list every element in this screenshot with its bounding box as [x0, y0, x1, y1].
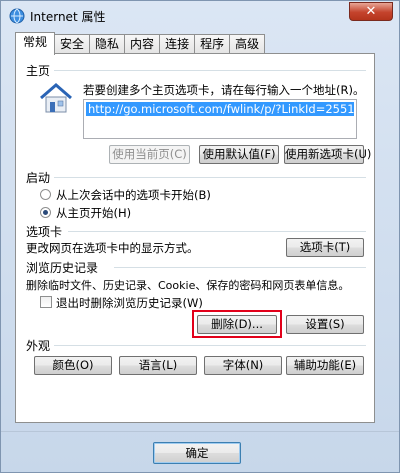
- radio-last-session-label[interactable]: 从上次会话中的选项卡开始(B): [56, 187, 211, 203]
- use-new-tab-button[interactable]: 使用新选项卡(U): [284, 145, 371, 164]
- footer-divider: [1, 431, 399, 432]
- general-tab-panel: 主页 若要创建多个主页选项卡，请在每行输入一个地址(R)。 http://go.…: [15, 53, 375, 423]
- tab-security[interactable]: 安全: [55, 34, 91, 54]
- radio-home-page[interactable]: [40, 207, 51, 218]
- startup-group-label: 启动: [26, 171, 51, 185]
- home-group-label: 主页: [26, 64, 51, 78]
- tabs-group-label: 选项卡: [26, 225, 63, 239]
- history-group-divider: [114, 267, 366, 268]
- tab-bar: 常规 安全 隐私 内容 连接 程序 高级: [15, 32, 266, 55]
- home-instruction: 若要创建多个主页选项卡，请在每行输入一个地址(R)。: [83, 83, 365, 97]
- close-icon: ✕: [365, 4, 377, 19]
- delete-on-exit-label[interactable]: 退出时删除浏览历史记录(W): [56, 295, 203, 311]
- radio-last-session[interactable]: [40, 189, 51, 200]
- ok-button[interactable]: 确定: [153, 442, 241, 464]
- use-current-page-button[interactable]: 使用当前页(C): [109, 145, 190, 164]
- tab-general[interactable]: 常规: [15, 32, 56, 55]
- history-group-label: 浏览历史记录: [26, 261, 99, 275]
- languages-button[interactable]: 语言(L): [119, 356, 197, 375]
- appearance-group-label: 外观: [26, 339, 51, 353]
- home-page-textarea[interactable]: http://go.microsoft.com/fwlink/p/?LinkId…: [83, 99, 357, 139]
- home-page-url: http://go.microsoft.com/fwlink/p/?LinkId…: [86, 102, 354, 116]
- tab-connections[interactable]: 连接: [160, 34, 196, 54]
- appearance-group-divider: [54, 345, 366, 346]
- tab-programs[interactable]: 程序: [195, 34, 231, 54]
- home-group-divider: [54, 70, 366, 71]
- fonts-button[interactable]: 字体(N): [204, 356, 282, 375]
- tabs-group-divider: [68, 231, 366, 232]
- tab-privacy[interactable]: 隐私: [90, 34, 126, 54]
- delete-history-button[interactable]: 删除(D)...: [197, 315, 277, 334]
- tabs-description: 更改网页在选项卡中的显示方式。: [26, 241, 199, 255]
- tab-content[interactable]: 内容: [125, 34, 161, 54]
- colors-button[interactable]: 颜色(O): [34, 356, 112, 375]
- history-settings-button[interactable]: 设置(S): [286, 315, 364, 334]
- close-button[interactable]: ✕: [349, 2, 393, 21]
- accessibility-button[interactable]: 辅助功能(E): [286, 356, 364, 375]
- window-title: Internet 属性: [30, 10, 106, 24]
- history-description: 删除临时文件、历史记录、Cookie、保存的密码和网页表单信息。: [26, 279, 350, 292]
- use-default-button[interactable]: 使用默认值(F): [199, 145, 279, 164]
- radio-home-page-label[interactable]: 从主页开始(H): [56, 205, 131, 221]
- internet-globe-icon: [9, 8, 25, 24]
- startup-group-divider: [54, 177, 366, 178]
- title-bar[interactable]: Internet 属性 ✕: [1, 1, 399, 31]
- internet-properties-dialog: Internet 属性 ✕ 常规 安全 隐私 内容 连接 程序 高级 主页 若要…: [0, 0, 400, 473]
- delete-on-exit-checkbox[interactable]: [40, 296, 52, 308]
- home-house-icon: [40, 83, 72, 113]
- tabs-settings-button[interactable]: 选项卡(T): [286, 238, 364, 257]
- tab-advanced[interactable]: 高级: [230, 34, 266, 54]
